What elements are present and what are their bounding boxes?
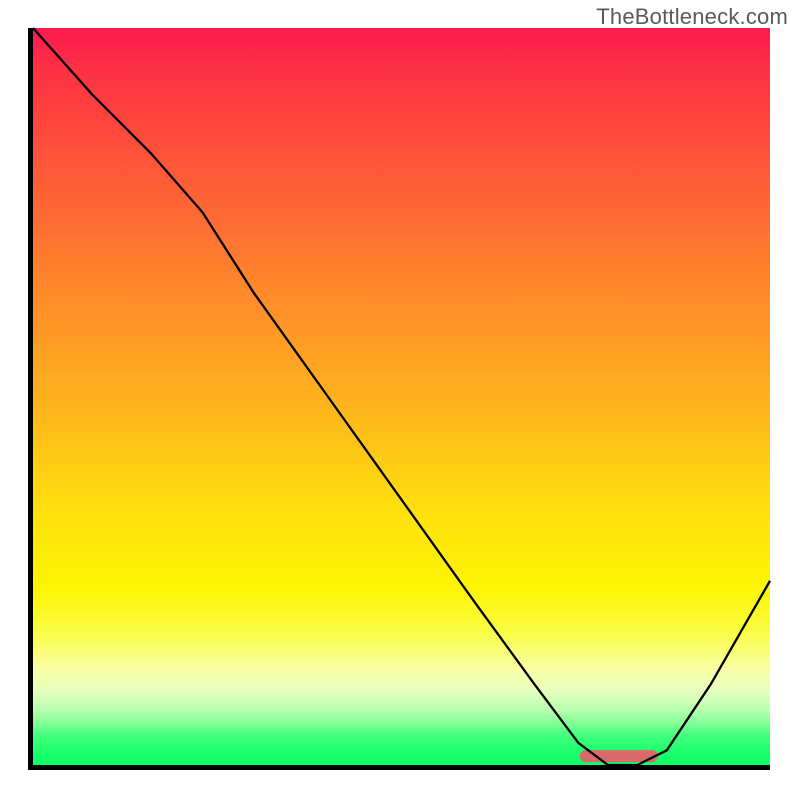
curve-layer [33,28,770,765]
plot-area [28,28,770,770]
chart-container: TheBottleneck.com [0,0,800,800]
watermark-text: TheBottleneck.com [596,4,788,30]
bottleneck-curve [33,28,770,765]
